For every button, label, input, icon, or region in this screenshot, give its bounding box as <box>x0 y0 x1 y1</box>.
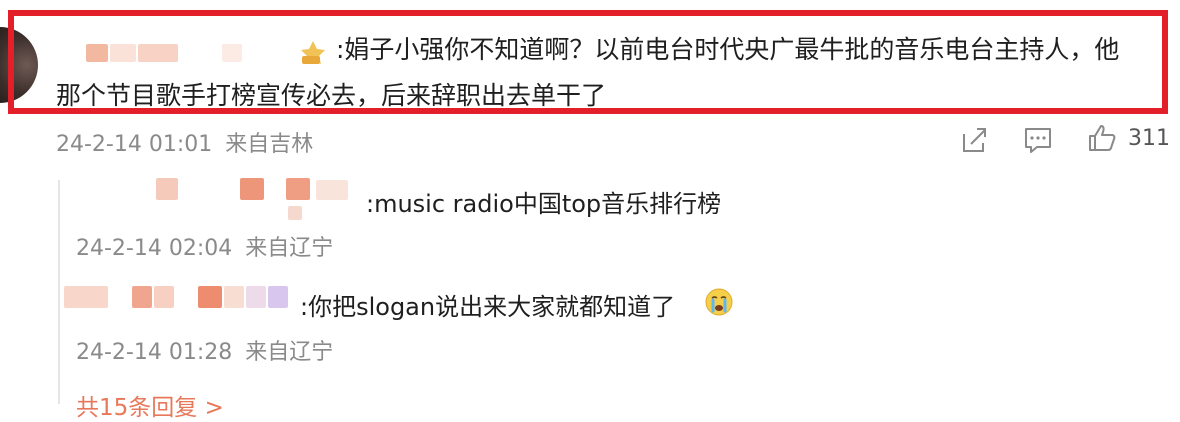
reply-location: 来自辽宁 <box>245 340 334 365</box>
like-count: 311 <box>1128 126 1170 151</box>
like-icon[interactable] <box>1086 122 1118 154</box>
more-replies-link[interactable]: 共15条回复 > <box>76 388 224 422</box>
reply-date: 24-2-14 02:04 <box>76 236 233 261</box>
reply-location: 来自辽宁 <box>245 236 334 261</box>
comment-date: 24-2-14 01:01 <box>56 132 213 157</box>
reply-meta: 24-2-14 02:04 来自辽宁 <box>76 230 333 262</box>
comment-icon[interactable] <box>1022 124 1054 156</box>
crying-face-icon <box>705 288 733 316</box>
comment-meta: 24-2-14 01:01 来自吉林 <box>56 126 313 158</box>
comment-location: 来自吉林 <box>225 132 314 157</box>
reply-thread-divider <box>58 180 60 404</box>
share-icon[interactable] <box>958 124 990 156</box>
reply-text: :你把slogan说出来大家就都知道了 <box>300 293 676 321</box>
reply-meta: 24-2-14 01:28 来自辽宁 <box>76 334 333 366</box>
highlight-box <box>8 10 1168 114</box>
reply-text: :music radio中国top音乐排行榜 <box>366 190 722 218</box>
reply-date: 24-2-14 01:28 <box>76 340 233 365</box>
